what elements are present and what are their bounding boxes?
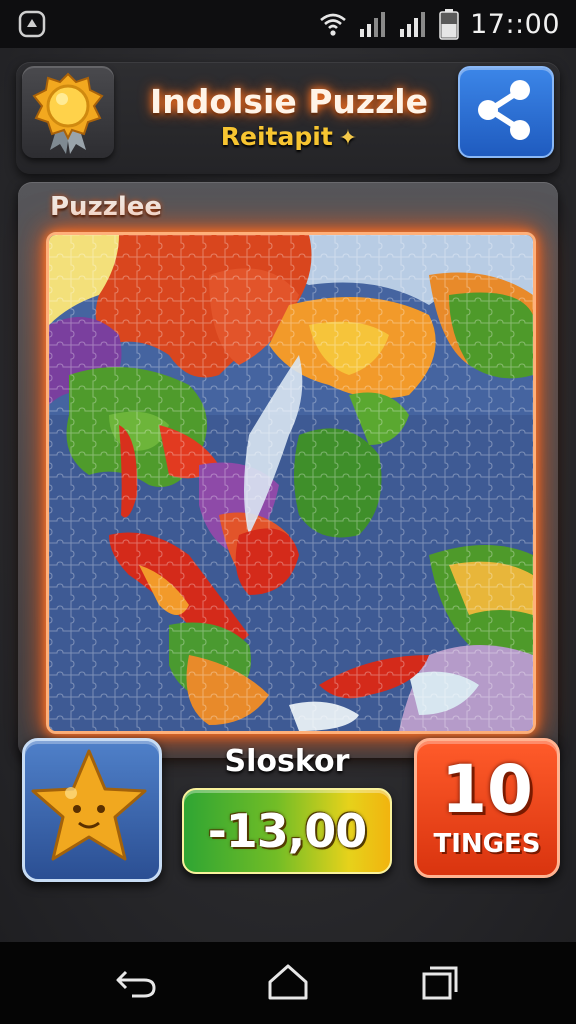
score-label: Slоskor (224, 744, 350, 779)
signal-icon-2 (400, 12, 426, 37)
status-icons: 17::00 (318, 6, 560, 42)
favorite-star-button[interactable] (22, 738, 162, 882)
back-icon[interactable] (112, 962, 160, 1002)
app-badge-icon (18, 10, 46, 38)
status-time: 17::00 (470, 8, 560, 40)
score-value: -13,00 (207, 804, 368, 858)
puzzle-board[interactable] (46, 232, 536, 734)
recents-icon[interactable] (416, 962, 464, 1002)
game-title: Indolsie Puzzle (150, 82, 428, 121)
battery-icon (439, 9, 459, 40)
achievements-button[interactable] (22, 66, 114, 158)
wifi-icon (320, 13, 346, 36)
timer-button[interactable]: 10 TINGES (414, 738, 560, 878)
signal-icon (360, 12, 386, 37)
medal-icon (32, 72, 104, 154)
timer-value: 10 (441, 751, 533, 828)
share-button[interactable] (458, 66, 554, 158)
puzzle-panel: Puzzlee (18, 182, 558, 758)
star-icon (31, 749, 147, 861)
status-bar: 17::00 (0, 0, 576, 48)
world-map-jigsaw (49, 235, 533, 731)
game-screen: Indolsie Puzzle Reitapit ✦ Puzzlee Slоsk… (0, 48, 576, 942)
subtitle-text: Reitapit (220, 122, 333, 151)
sparkle-icon: ✦ (338, 126, 358, 151)
header-bar: Indolsie Puzzle Reitapit ✦ (16, 62, 560, 174)
home-icon[interactable] (264, 962, 312, 1002)
timer-label: TINGES (433, 829, 541, 859)
score-display: -13,00 (182, 788, 392, 874)
puzzle-label: Puzzlee (50, 192, 163, 222)
navigation-bar (0, 942, 576, 1024)
game-subtitle: Reitapit ✦ (126, 122, 452, 151)
share-icon (478, 80, 530, 140)
